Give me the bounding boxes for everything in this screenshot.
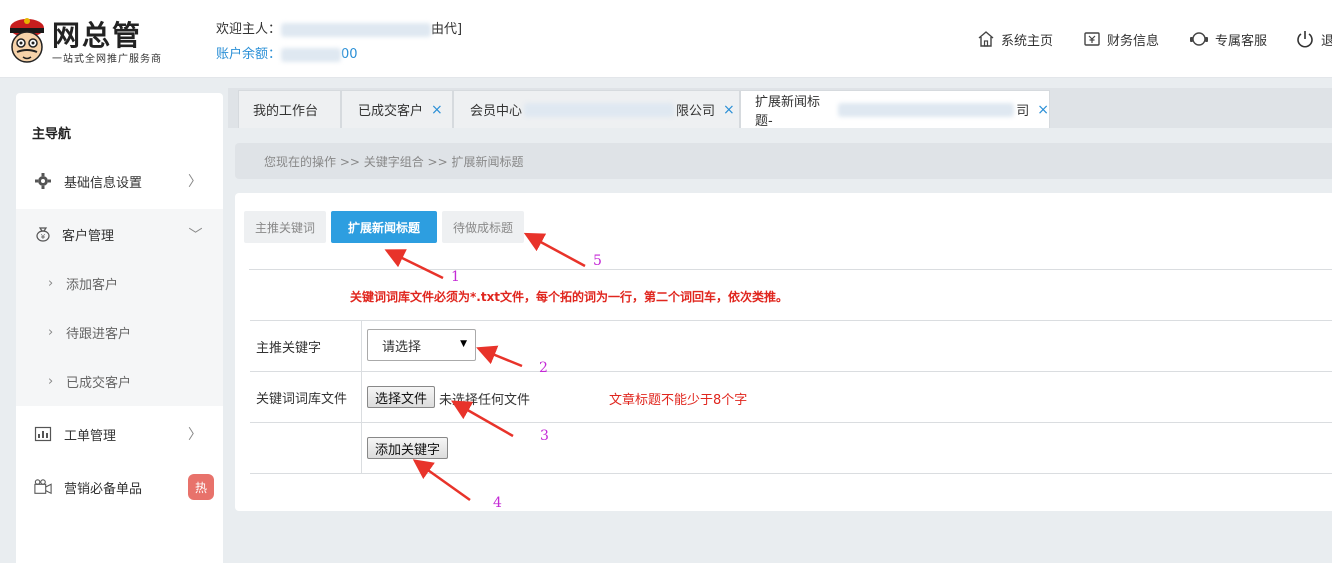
- nav-logout[interactable]: 退: [1295, 28, 1332, 50]
- subtab-expand-news-title[interactable]: 扩展新闻标题: [331, 211, 437, 243]
- nav-label: 专属客服: [1215, 33, 1268, 49]
- breadcrumb: 您现在的操作 >> 关键字组合 >> 扩展新闻标题: [235, 143, 1332, 179]
- main-keyword-select[interactable]: 请选择 ▼: [367, 329, 476, 361]
- form-row-submit: 添加关键字: [250, 423, 1332, 474]
- annotation-label: 5: [593, 253, 602, 269]
- sidebar-item-label: 客户管理: [62, 228, 115, 244]
- logo-title: 网总管: [52, 19, 143, 52]
- tab-label-suffix: 司: [1016, 104, 1030, 119]
- main-panel: 主推关键词 扩展新闻标题 待做成标题 关键词词库文件必须为*.txt文件，每个拓…: [235, 193, 1332, 511]
- sidebar-title: 主导航: [32, 127, 72, 142]
- nav-system-home[interactable]: 系统主页: [977, 28, 1053, 50]
- sidebar-item-label: 基础信息设置: [64, 175, 143, 191]
- annotation-label: 4: [493, 495, 502, 511]
- sidebar-subitem-label: 已成交客户: [66, 376, 132, 391]
- tab-label-suffix: 限公司: [676, 104, 716, 119]
- add-keyword-button[interactable]: 添加关键字: [367, 437, 448, 459]
- mascot-logo-icon: [10, 18, 44, 63]
- choose-file-button[interactable]: 选择文件: [367, 386, 435, 408]
- annotation-label: 2: [539, 360, 548, 376]
- welcome-text: 欢迎主人： 由代]: [216, 18, 462, 37]
- finance-icon: [1084, 32, 1100, 46]
- redacted-balance: [281, 47, 342, 62]
- welcome-suffix: 由代]: [431, 22, 463, 37]
- balance-label: 账户余额：: [216, 47, 282, 62]
- close-icon[interactable]: ×: [723, 102, 735, 118]
- select-value: 请选择: [382, 339, 422, 355]
- top-header: 网总管 一站式全网推广服务商 欢迎主人： 由代] 账户余额： 00 系统主页 财务信…: [0, 0, 1332, 78]
- tab-my-workbench[interactable]: 我的工作台: [238, 90, 341, 128]
- welcome-prefix: 欢迎主人：: [216, 22, 282, 37]
- tab-expand-news-title[interactable]: 扩展新闻标题- 司 ×: [740, 90, 1050, 129]
- redacted-company: [837, 102, 1015, 117]
- logo-subtitle: 一站式全网推广服务商: [52, 54, 162, 65]
- file-format-notice: 关键词词库文件必须为*.txt文件，每个拓的词为一行，第二个词回车，依次类推。: [350, 290, 789, 304]
- close-icon[interactable]: ×: [1037, 102, 1049, 118]
- chevron-right-icon: 〉: [188, 174, 202, 190]
- annotation-label: 3: [540, 428, 549, 444]
- nav-finance-info[interactable]: 财务信息: [1083, 28, 1159, 50]
- tab-member-center[interactable]: 会员中心 限公司 ×: [453, 90, 740, 128]
- chevron-right-icon: ›: [48, 325, 54, 340]
- subtab-pending-titles[interactable]: 待做成标题: [442, 211, 524, 243]
- chart-icon: [34, 426, 52, 442]
- keyword-file-label: 关键词词库文件: [250, 372, 362, 422]
- chevron-right-icon: ›: [48, 374, 54, 389]
- close-icon[interactable]: ×: [431, 102, 443, 118]
- nav-label: 系统主页: [1001, 33, 1054, 49]
- gear-icon: [35, 173, 51, 189]
- sidebar: 主导航 基础信息设置 〉 ¥ 客户管理 〉 › 添加客户 › 待跟进客户 › 已…: [16, 93, 223, 563]
- form-row-keyword-file: 关键词词库文件 选择文件 未选择任何文件 文章标题不能少于8个字: [250, 372, 1332, 423]
- keyword-form: 关键词词库文件必须为*.txt文件，每个拓的词为一行，第二个词回车，依次类推。 …: [249, 269, 1332, 474]
- tab-label: 已成交客户: [358, 104, 424, 119]
- tab-closed-customers[interactable]: 已成交客户 ×: [341, 90, 453, 128]
- redacted-company: [524, 102, 675, 117]
- dropdown-caret-icon: ▼: [460, 339, 467, 349]
- sidebar-item-basic-settings[interactable]: 基础信息设置 〉: [16, 156, 223, 206]
- sidebar-item-marketing-products[interactable]: 营销必备单品 热: [16, 462, 223, 512]
- camera-icon: [34, 479, 52, 495]
- support-icon: [1190, 32, 1208, 46]
- sidebar-item-label: 营销必备单品: [64, 481, 143, 497]
- sidebar-subitem-label: 待跟进客户: [66, 327, 132, 342]
- power-icon: [1297, 31, 1313, 48]
- tab-label: 我的工作台: [253, 104, 319, 119]
- sidebar-item-label: 工单管理: [64, 428, 117, 444]
- tab-label: 扩展新闻标题-: [755, 94, 821, 129]
- tab-bar: 我的工作台 已成交客户 × 会员中心 限公司 × 扩展新闻标题- 司 ×: [228, 88, 1332, 129]
- chevron-right-icon: ›: [48, 276, 54, 291]
- main-keyword-label: 主推关键字: [250, 321, 362, 371]
- redacted-username: [281, 22, 432, 37]
- empty-label-cell: [250, 423, 362, 473]
- form-row-main-keyword: 主推关键字 请选择 ▼: [250, 321, 1332, 372]
- title-length-warning: 文章标题不能少于8个字: [609, 393, 748, 408]
- file-status-text: 未选择任何文件: [439, 393, 531, 408]
- subtab-main-keywords[interactable]: 主推关键词: [244, 211, 326, 243]
- nav-dedicated-support[interactable]: 专属客服: [1189, 28, 1267, 50]
- money-bag-icon: ¥: [36, 227, 50, 242]
- account-balance: 账户余额： 00: [216, 43, 358, 62]
- sidebar-subitem-closed-customer[interactable]: › 已成交客户: [16, 357, 223, 406]
- svg-text:¥: ¥: [41, 233, 46, 241]
- sidebar-subitem-label: 添加客户: [66, 278, 119, 293]
- sidebar-subitem-add-customer[interactable]: › 添加客户: [16, 259, 223, 308]
- sidebar-item-customer-management[interactable]: ¥ 客户管理 〉: [16, 209, 223, 259]
- hot-badge: 热: [188, 474, 214, 500]
- chevron-right-icon: 〉: [188, 427, 202, 443]
- logo[interactable]: 网总管 一站式全网推广服务商: [6, 12, 186, 68]
- tab-label: 会员中心: [470, 104, 523, 119]
- nav-label: 退: [1321, 33, 1332, 49]
- form-row-notice: 关键词词库文件必须为*.txt文件，每个拓的词为一行，第二个词回车，依次类推。: [250, 270, 1332, 321]
- chevron-down-icon: 〉: [186, 227, 202, 241]
- annotation-label: 1: [451, 269, 460, 285]
- balance-value-suffix: 00: [341, 47, 358, 62]
- sidebar-subitem-pending-customer[interactable]: › 待跟进客户: [16, 308, 223, 357]
- home-icon: [978, 31, 994, 47]
- nav-label: 财务信息: [1107, 33, 1160, 49]
- sidebar-item-work-orders[interactable]: 工单管理 〉: [16, 409, 223, 459]
